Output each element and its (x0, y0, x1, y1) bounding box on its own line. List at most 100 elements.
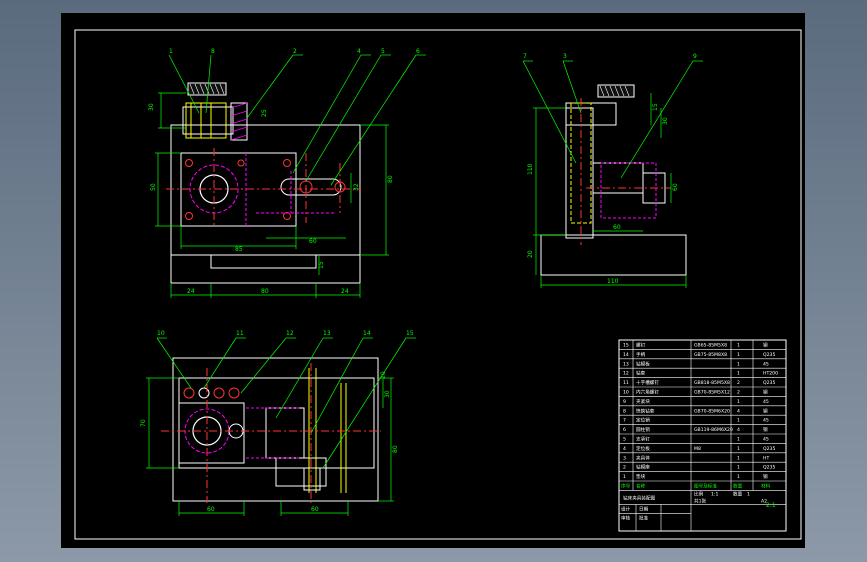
dim-top-70: 70 (140, 419, 147, 427)
balloon-front-6: 6 (416, 48, 420, 55)
bom-row-qty: 2 (737, 390, 740, 396)
bom-row-index: 11 (623, 380, 629, 386)
bom-header-standard: 图号及标准 (694, 483, 717, 490)
bom-row-qty: 1 (737, 437, 740, 443)
balloon-top-12: 12 (286, 330, 294, 337)
bom-row-index: 7 (623, 418, 626, 424)
bom-row-name: 螺钉 (636, 342, 646, 349)
bom-table: 15 螺钉 GB65-85M5X8 1 钢14 手柄 GB75-85M8X8 1 Q23513 钻… (618, 339, 787, 532)
bom-row-qty: 1 (737, 352, 740, 358)
bom-row-qty: 4 (737, 408, 740, 414)
bom-row-qty: 1 (737, 474, 740, 480)
balloon-top-14: 14 (363, 330, 371, 337)
dim-front-50: 50 (150, 183, 157, 191)
bom-header-name: 名称 (636, 483, 646, 490)
balloon-top-13: 13 (323, 330, 331, 337)
bom-row-qty: 2 (737, 380, 740, 386)
bom-row-material: 钢 (763, 342, 768, 349)
title-block-drawn: 设计 (621, 505, 631, 512)
balloon-front-2: 2 (293, 48, 297, 55)
dim-front-85: 85 (235, 246, 243, 253)
balloon-front-5: 5 (381, 48, 385, 55)
title-block-sheet: 共1张 (694, 497, 707, 504)
dim-front-24b: 24 (341, 288, 349, 295)
bom-row-index: 14 (623, 352, 629, 358)
top-view: 10 11 12 13 14 15 70 60 60 80 30 20 (140, 330, 416, 516)
bom-row-index: 6 (623, 427, 626, 433)
bom-row-name: 钻套 (636, 370, 646, 377)
bom-row-index: 12 (623, 371, 629, 377)
bom-row-material: 45 (763, 418, 769, 424)
dim-front-80: 80 (387, 175, 394, 183)
bom-row-name: 手柄 (636, 351, 646, 358)
bom-row-index: 3 (623, 455, 626, 461)
dim-top-60b: 60 (311, 506, 319, 513)
bom-row-name: 夹紧块 (636, 398, 650, 405)
bom-row-name: 定位销 (636, 417, 650, 424)
bom-row-material: 45 (763, 399, 769, 405)
dim-side-110: 110 (527, 163, 534, 175)
bom-row-standard: GB119-86M6X20 (694, 427, 733, 433)
bom-row-qty: 1 (737, 399, 740, 405)
bom-row-index: 1 (623, 474, 626, 480)
front-view: 1 8 2 4 5 6 30 25 50 32 80 85 60 24 80 2… (148, 48, 426, 298)
drawing-svg: 1 8 2 4 5 6 30 25 50 32 80 85 60 24 80 2… (74, 29, 802, 540)
balloon-front-8: 8 (211, 48, 215, 55)
bom-row-material: HT (763, 455, 769, 461)
bom-row-standard: GB75-85M8X8 (694, 352, 727, 358)
bom-row-qty: 1 (737, 418, 740, 424)
bom-row-qty: 1 (737, 465, 740, 471)
bom-header-qty: 数量 (733, 483, 743, 490)
cad-drawing-canvas[interactable]: 1 8 2 4 5 6 30 25 50 32 80 85 60 24 80 2… (61, 13, 805, 548)
dim-front-24a: 24 (187, 288, 195, 295)
bom-header-material: 材料 (761, 483, 771, 490)
bom-header-index: 序号 (621, 483, 631, 490)
bom-row-qty: 1 (737, 455, 740, 461)
dim-top-30: 30 (384, 390, 391, 398)
bom-row-index: 5 (623, 437, 626, 443)
bom-row-name: 圆柱销 (636, 426, 650, 433)
bom-row-standard: GB65-85M5X8 (694, 343, 727, 349)
bom-row-name: 钻模板 (636, 360, 650, 367)
balloon-front-1: 1 (169, 48, 173, 55)
title-block-approved: 批准 (639, 514, 649, 521)
title-block-qty-label: 数量 (733, 490, 743, 497)
bom-row-material: 钢 (763, 407, 768, 414)
bom-row-index: 13 (623, 361, 629, 367)
dim-top-60a: 60 (207, 506, 215, 513)
bom-row-index: 8 (623, 408, 626, 414)
title-block-scale: 1:1 (711, 491, 718, 497)
dim-front-25: 25 (261, 109, 268, 117)
balloon-top-10: 10 (157, 330, 165, 337)
bom-row-qty: 1 (737, 361, 740, 367)
bom-row-material: Q235 (763, 446, 775, 452)
bom-row-name: 钻模座 (636, 464, 650, 471)
title-block-checked: 审核 (621, 514, 631, 521)
dim-side-20: 20 (527, 250, 534, 258)
bom-row-standard: GB70-85M5X12 (694, 390, 730, 396)
bom-row-name: 支承钉 (636, 436, 650, 443)
bom-row-material: Q235 (763, 352, 775, 358)
dim-front-30: 30 (148, 103, 155, 111)
bom-row-name: 十字槽螺钉 (636, 379, 659, 386)
dim-side-15: 15 (652, 103, 659, 111)
dim-top-20: 20 (380, 371, 387, 379)
dim-side-60b: 60 (613, 224, 621, 231)
bom-row-qty: 1 (737, 446, 740, 452)
bom-row-name: 垫块 (636, 473, 646, 480)
balloon-front-4: 4 (357, 48, 361, 55)
bom-row-standard: GB818-85M5X8 (694, 380, 730, 386)
bom-row-name: 内六角螺钉 (636, 389, 659, 396)
bom-row-qty: 1 (737, 343, 740, 349)
balloon-side-7: 7 (523, 53, 527, 60)
bom-row-material: 钢 (763, 473, 768, 480)
dim-top-80: 80 (392, 445, 399, 453)
bom-row-standard: GB70-85M6X20 (694, 408, 730, 414)
bom-row-qty: 1 (737, 371, 740, 377)
bom-row-material: HT200 (763, 371, 778, 377)
bom-row-material: Q235 (763, 380, 775, 386)
scale-note: 2:1 (766, 502, 776, 509)
dim-front-60: 60 (309, 238, 317, 245)
bom-row-material: Q235 (763, 465, 775, 471)
bom-row-material: 45 (763, 437, 769, 443)
